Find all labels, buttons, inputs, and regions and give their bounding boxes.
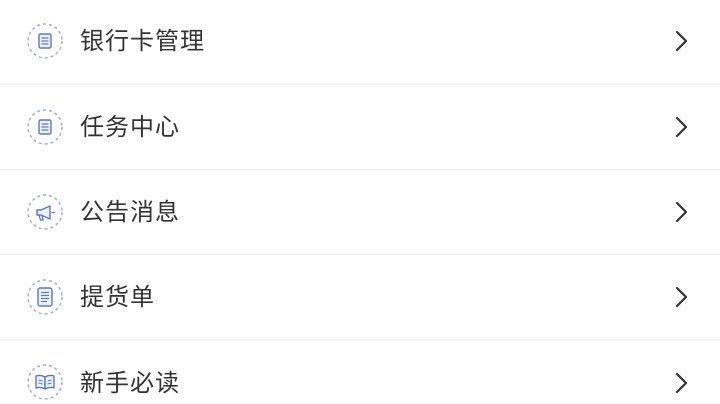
menu-item-bank-card-management[interactable]: 银行卡管理: [0, 0, 720, 85]
chevron-right-icon: [674, 201, 688, 223]
open-book-icon: [26, 363, 64, 401]
menu-item-label: 公告消息: [80, 198, 180, 226]
document-list-icon: [26, 22, 64, 60]
menu-item-label: 新手必读: [80, 369, 180, 397]
menu-item-announcements[interactable]: 公告消息: [0, 170, 720, 255]
menu-item-label: 提货单: [80, 283, 155, 311]
chevron-right-icon: [674, 30, 688, 52]
menu-item-beginner-guide[interactable]: 新手必读: [0, 340, 720, 403]
chevron-right-icon: [674, 116, 688, 138]
chevron-right-icon: [674, 372, 688, 394]
menu-item-label: 银行卡管理: [80, 27, 205, 55]
megaphone-icon: [26, 193, 64, 231]
document-list-icon: [26, 108, 64, 146]
menu-item-task-center[interactable]: 任务中心: [0, 85, 720, 170]
menu-item-pickup-orders[interactable]: 提货单: [0, 255, 720, 340]
chevron-right-icon: [674, 286, 688, 308]
menu-item-label: 任务中心: [80, 113, 180, 141]
settings-menu-list: 银行卡管理 任务中心 公告消息 提货单 新手必读: [0, 0, 720, 403]
receipt-list-icon: [26, 278, 64, 316]
